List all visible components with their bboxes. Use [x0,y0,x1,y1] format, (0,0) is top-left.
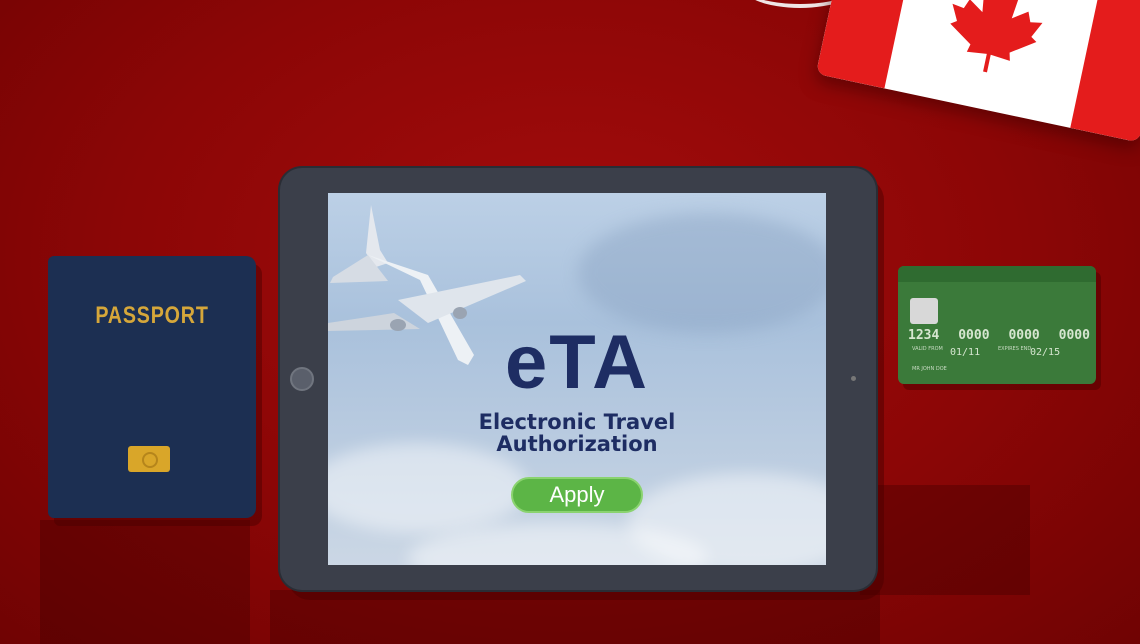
scene: PASSPORT eTA Electronic Travel Authoriza… [0,0,1140,644]
chip-icon [128,446,170,472]
eta-subtitle-line1: Electronic Travel [478,410,676,434]
flag-red-bar-left [815,0,920,89]
maple-leaf-icon [950,0,1043,73]
eta-subtitle-line2: Authorization [496,432,658,456]
apply-button[interactable]: Apply [511,477,643,513]
card-chip-icon [910,298,938,324]
shadow [860,485,1030,595]
cloud [328,443,528,533]
credit-card: 1234 0000 0000 0000 VALID FROM 01/11 EXP… [898,266,1096,384]
cloud [578,213,826,333]
expires-label: EXPIRES END [998,346,1032,352]
shadow [270,590,880,644]
camera-dot [851,376,856,381]
card-top-strip [898,266,1096,282]
card-number-group: 0000 [1058,328,1090,343]
card-holder: MR JOHN DOE [912,366,947,372]
card-number: 1234 0000 0000 0000 [908,328,1090,343]
expires-date: 02/15 [1030,347,1061,358]
tablet-screen: eTA Electronic Travel Authorization Appl… [328,193,826,565]
card-number-group: 0000 [958,328,990,343]
shadow [40,520,250,644]
passport: PASSPORT [48,256,256,518]
eta-subtitle: Electronic Travel Authorization [328,411,826,455]
canada-flag-card [815,0,1140,143]
eta-title: eTA [505,320,649,405]
card-number-group: 0000 [1008,328,1040,343]
card-number-group: 1234 [908,328,940,343]
valid-from-label: VALID FROM [912,346,943,352]
passport-label: PASSPORT [95,302,209,329]
flag-red-bar-right [1070,0,1140,143]
home-button[interactable] [290,367,314,391]
valid-from-date: 01/11 [950,347,981,358]
tablet: eTA Electronic Travel Authorization Appl… [280,168,876,590]
